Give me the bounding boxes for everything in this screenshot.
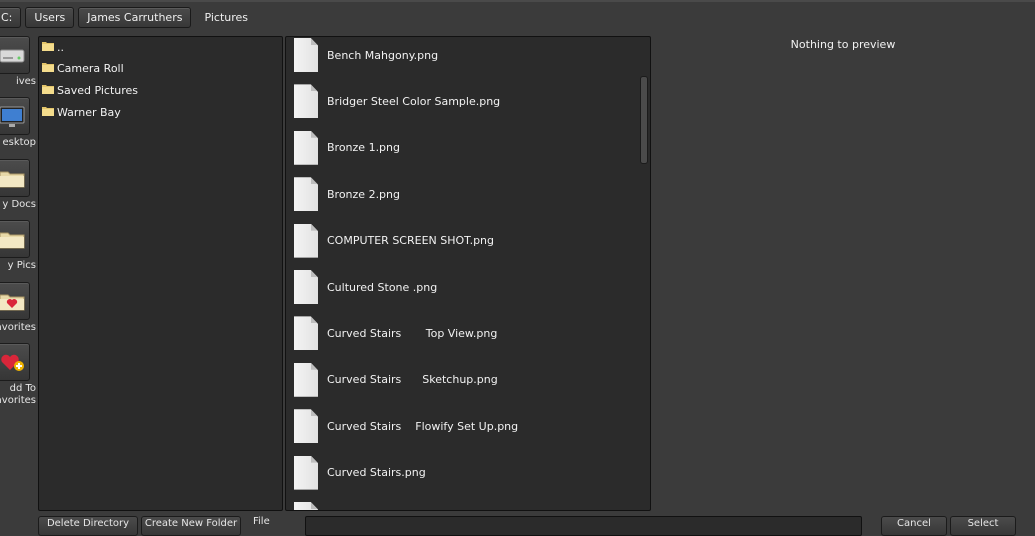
file-name: Bench Mahgony.png [327,48,439,62]
place-item[interactable]: ives [0,36,36,96]
document-icon [294,130,318,165]
select-button[interactable]: Select [950,516,1016,536]
file-name: Curved Stairs Top View.png [327,326,498,340]
preview-empty-text: Nothing to preview [790,38,896,51]
file-name: Bronze 1.png [327,141,400,155]
file-item[interactable]: Curved Stairs.png [294,453,426,493]
file-name: COMPUTER SCREEN SHOT.png [327,234,495,248]
monitor-icon [0,97,30,136]
file-name: Bridger Steel Color Sample.png [327,94,501,108]
directory-label: .. [57,40,64,54]
place-label: dd To avorites [0,383,36,406]
breadcrumb-item[interactable]: Pictures [195,7,257,28]
file-list[interactable]: Curved Stairs.png Curved Stairs Flowify S… [285,36,651,511]
directory-item[interactable]: .. [42,38,64,56]
place-item[interactable]: avorites [0,281,36,342]
delete-directory-button[interactable]: Delete Directory [38,516,138,536]
file-name: Bronze 2.png [327,187,400,201]
place-item[interactable]: y Pics [0,220,36,280]
window-top-border [0,0,1035,2]
file-item[interactable]: Bridger Steel Color Sample.png [294,81,500,121]
scrollbar-thumb[interactable] [640,76,648,164]
document-icon [294,409,318,444]
document-icon [294,316,318,351]
folder-icon [42,84,57,97]
file-name: Curved Stairs Flowify Set Up.png [327,419,519,433]
place-label: ives [15,76,36,87]
file-item[interactable]: Bronze 2.png [294,174,400,214]
breadcrumb-item[interactable]: James Carruthers [78,7,192,28]
directory-item[interactable]: Camera Roll [42,60,124,78]
document-icon [294,362,318,397]
document-icon [294,177,318,212]
file-name: Cultured Stone .png [327,280,438,294]
folder-icon [42,62,57,75]
file-item[interactable]: Cultured Stone .png [294,267,437,307]
folder-icon [42,106,57,119]
directory-list[interactable]: .. Camera Roll Saved Pictures Warner Bay [38,36,283,511]
file-name: Curved Stairs Sketchup.png [327,373,498,387]
file-list-scrollbar[interactable] [640,40,648,507]
file-item[interactable] [294,499,327,510]
document-icon [294,84,318,119]
breadcrumb-item[interactable]: Users [25,7,75,28]
document-icon [294,502,318,510]
breadcrumb-item[interactable]: C: [0,7,22,28]
folder-icon [42,41,57,54]
file-item[interactable]: COMPUTER SCREEN SHOT.png [294,221,494,261]
place-item[interactable]: y Docs [0,158,36,219]
file-item[interactable]: Curved Stairs Sketchup.png [294,360,498,400]
create-folder-button[interactable]: Create New Folder [141,516,241,536]
directory-label: Camera Roll [57,62,124,76]
heart-folder-icon [0,281,30,320]
place-item[interactable]: dd To avorites [0,343,36,406]
folder-icon [0,220,30,259]
places-sidebar: ives esktop y Docs y Pics avorites dd To avor… [0,36,36,516]
file-item[interactable]: Bench Mahgony.png [294,37,439,75]
directory-item[interactable]: Warner Bay [42,103,121,121]
directory-label: Warner Bay [57,105,121,119]
file-item[interactable]: Curved Stairs Flowify Set Up.png [294,406,518,446]
document-icon [294,270,318,304]
directory-label: Saved Pictures [57,83,139,97]
document-icon [294,455,318,490]
file-name: Curved Stairs.png [327,466,426,480]
file-item[interactable]: Bronze 1.png [294,128,400,168]
place-item[interactable]: esktop [0,97,36,157]
drive-icon [0,36,30,74]
place-label: avorites [0,321,36,333]
folder-icon [0,158,30,197]
filename-input[interactable] [305,516,862,536]
place-label: y Docs [2,198,36,210]
document-icon [294,223,318,258]
document-icon [294,38,318,72]
file-item[interactable]: Curved Stairs Top View.png [294,313,497,353]
place-label: y Pics [7,260,36,272]
place-label: esktop [2,137,36,149]
breadcrumb: C: Users James Carruthers Pictures [0,7,257,28]
directory-item[interactable]: Saved Pictures [42,81,138,99]
add-favorite-icon [0,343,30,381]
cancel-button[interactable]: Cancel [881,516,947,536]
